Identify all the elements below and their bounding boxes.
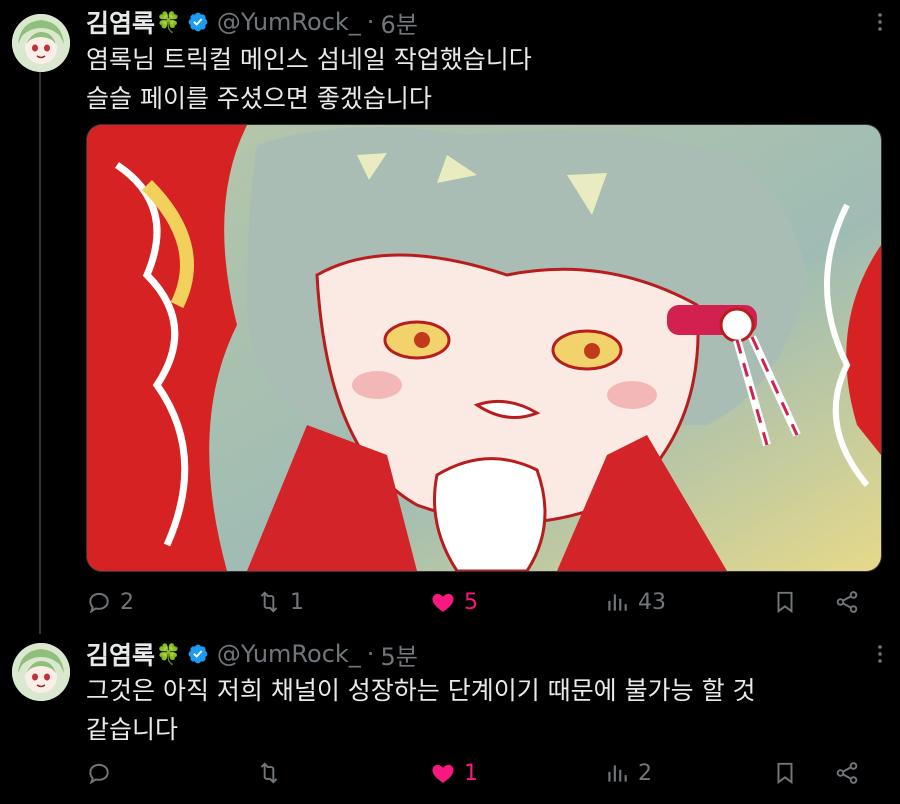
more-icon[interactable] [868, 10, 892, 34]
share-button[interactable] [834, 753, 860, 793]
views-button[interactable]: 2 [604, 753, 652, 793]
reply-count: 2 [120, 589, 134, 615]
reply-button[interactable] [86, 753, 120, 793]
share-icon [836, 762, 858, 784]
separator-dot: · [366, 8, 375, 36]
author-handle[interactable]: @YumRock_ [217, 640, 361, 668]
more-icon[interactable] [868, 642, 892, 666]
reply-button[interactable]: 2 [86, 582, 134, 622]
retweet-count: 1 [290, 589, 304, 615]
tweet-actions: 2 1 5 43 [86, 582, 876, 622]
illustration-image [87, 125, 881, 571]
avatar[interactable] [12, 643, 70, 701]
views-count: 43 [638, 589, 666, 615]
tweet-text: 그것은 아직 저희 채널이 성장하는 단계이기 때문에 불가능 할 것 같습니다 [86, 671, 756, 749]
views-icon [608, 594, 627, 611]
like-button[interactable]: 1 [430, 753, 478, 793]
heart-icon [432, 764, 454, 783]
retweet-icon [260, 591, 278, 613]
retweet-button[interactable]: 1 [256, 582, 304, 622]
tweet-text: 염록님 트릭컬 메인스 섬네일 작업했습니다 슬슬 페이를 주셨으면 좋겠습니다 [86, 40, 532, 118]
tweet-text-line: 같습니다 [86, 715, 179, 744]
avatar[interactable] [12, 14, 70, 72]
views-button[interactable]: 43 [604, 582, 666, 622]
tweet-text-line: 염록님 트릭컬 메인스 섬네일 작업했습니다 [86, 45, 532, 74]
clover-emoji: 🍀 [156, 642, 181, 666]
clover-emoji: 🍀 [156, 10, 181, 34]
like-button[interactable]: 5 [430, 582, 478, 622]
timestamp[interactable]: 6분 [380, 5, 417, 40]
like-count: 5 [464, 589, 478, 615]
bookmark-icon [777, 762, 793, 785]
retweet-icon [260, 762, 278, 784]
heart-icon [432, 593, 454, 612]
timestamp[interactable]: 5분 [380, 637, 417, 672]
share-icon [836, 591, 858, 613]
tweet-header: 김염록 🍀 @YumRock_ · 5분 [86, 640, 418, 671]
views-icon [608, 765, 627, 782]
author-name[interactable]: 김염록 [86, 636, 155, 672]
tweet-header: 김염록 🍀 @YumRock_ · 6분 [86, 8, 418, 39]
verified-badge-icon [187, 11, 209, 33]
tweet-media-image[interactable] [86, 124, 882, 572]
separator-dot: · [366, 640, 375, 668]
tweet-actions: 1 2 [86, 753, 876, 793]
views-count: 2 [638, 760, 652, 786]
retweet-button[interactable] [256, 753, 290, 793]
reply-icon [89, 763, 109, 785]
verified-badge-icon [187, 643, 209, 665]
bookmark-button[interactable] [772, 582, 798, 622]
author-name[interactable]: 김염록 [86, 4, 155, 40]
author-handle[interactable]: @YumRock_ [217, 8, 361, 36]
thread-connector-line [39, 72, 41, 634]
tweet-text-line: 슬슬 페이를 주셨으면 좋겠습니다 [86, 84, 432, 113]
reply-icon [89, 592, 109, 614]
bookmark-icon [777, 591, 793, 614]
like-count: 1 [464, 760, 478, 786]
tweet-text-line: 그것은 아직 저희 채널이 성장하는 단계이기 때문에 불가능 할 것 [86, 676, 756, 705]
share-button[interactable] [834, 582, 860, 622]
bookmark-button[interactable] [772, 753, 798, 793]
